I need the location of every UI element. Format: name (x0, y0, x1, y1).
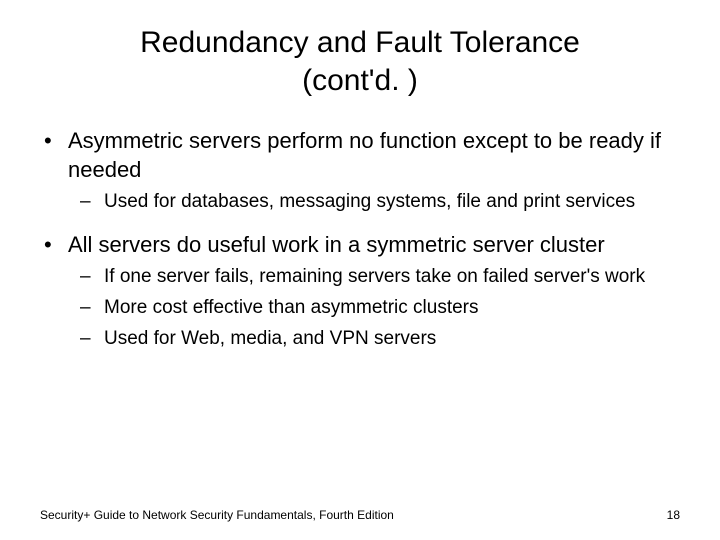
bullet-level1: • Asymmetric servers perform no function… (40, 127, 680, 184)
bullet-dot-icon: • (40, 127, 68, 184)
page-number: 18 (667, 508, 680, 522)
slide-footer: Security+ Guide to Network Security Fund… (40, 508, 680, 522)
slide-body: • Asymmetric servers perform no function… (0, 99, 720, 352)
footer-source: Security+ Guide to Network Security Fund… (40, 508, 394, 522)
bullet-level2: – If one server fails, remaining servers… (80, 265, 680, 290)
bullet-text: More cost effective than asymmetric clus… (104, 296, 680, 321)
title-line-1: Redundancy and Fault Tolerance (140, 26, 580, 59)
bullet-level2: – More cost effective than asymmetric cl… (80, 296, 680, 321)
bullet-level2: – Used for databases, messaging systems,… (80, 190, 680, 215)
title-line-2: (cont'd. ) (302, 64, 418, 97)
bullet-text: Asymmetric servers perform no function e… (68, 127, 680, 184)
bullet-level2: – Used for Web, media, and VPN servers (80, 327, 680, 352)
bullet-text: If one server fails, remaining servers t… (104, 265, 680, 290)
slide-title: Redundancy and Fault Tolerance (cont'd. … (0, 0, 720, 99)
bullet-dash-icon: – (80, 327, 104, 352)
bullet-level1: • All servers do useful work in a symmet… (40, 231, 680, 260)
bullet-dash-icon: – (80, 296, 104, 321)
bullet-dash-icon: – (80, 190, 104, 215)
bullet-dash-icon: – (80, 265, 104, 290)
bullet-text: Used for Web, media, and VPN servers (104, 327, 680, 352)
bullet-text: Used for databases, messaging systems, f… (104, 190, 680, 215)
bullet-dot-icon: • (40, 231, 68, 260)
bullet-text: All servers do useful work in a symmetri… (68, 231, 680, 260)
